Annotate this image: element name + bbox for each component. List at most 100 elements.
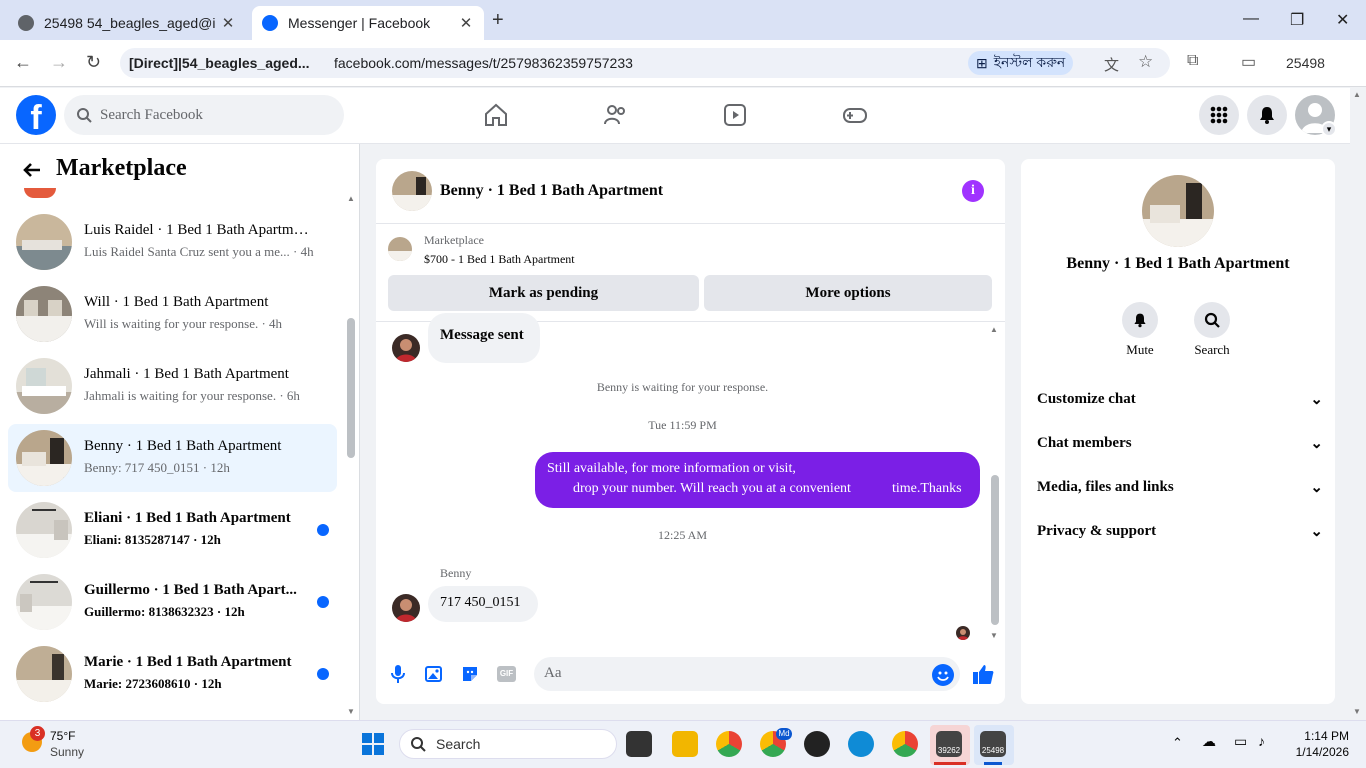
conversation-item-benny[interactable]: Benny · 1 Bed 1 Bath Apartment Benny: 71… [8,424,337,492]
menu-grid-icon[interactable] [1199,95,1239,135]
message-line: Still available, for more information or… [547,461,796,476]
chat-scrollbar[interactable] [991,475,999,625]
friends-nav-icon[interactable] [603,102,629,128]
chrome-icon[interactable] [716,731,742,757]
app-x-icon[interactable] [804,731,830,757]
browser-tab-messenger[interactable]: Messenger | Facebook ✕ [252,6,484,40]
clock-time[interactable]: 1:14 PM [1289,729,1349,743]
timestamp: 12:25 AM [657,528,707,542]
more-options-button[interactable]: More options [704,275,992,311]
sender-avatar[interactable] [392,594,420,622]
extensions-icon[interactable]: ⧉ [1187,52,1198,70]
scroll-up-icon[interactable]: ▲ [990,325,998,334]
photo-icon[interactable] [424,664,444,684]
gif-icon[interactable]: GIF [497,666,516,682]
edge-icon[interactable] [848,731,874,757]
conversation-avatar-partial [24,188,56,198]
notifications-bell-icon[interactable] [1247,95,1287,135]
conversation-item-luis[interactable]: Luis Raidel · 1 Bed 1 Bath Apartment Lui… [8,208,337,276]
weather-badge: 3 [30,726,45,741]
onedrive-off-icon[interactable]: ☁ [1202,733,1216,750]
back-arrow-icon[interactable] [22,160,42,180]
message-sent-bubble[interactable]: Message sent [428,313,540,363]
file-explorer-icon[interactable] [672,731,698,757]
microphone-icon[interactable] [389,664,407,684]
home-nav-icon[interactable] [483,102,509,128]
chat-avatar[interactable] [392,171,432,211]
thumbs-up-icon[interactable] [971,662,995,686]
sender-avatar[interactable] [392,334,420,362]
minimize-icon[interactable]: — [1243,10,1259,28]
windows-start-icon[interactable] [361,732,385,756]
install-label: ইনস্টল করুন [993,54,1066,70]
maximize-icon[interactable]: ❐ [1290,10,1304,30]
close-icon[interactable]: ✕ [458,14,474,32]
url-text[interactable]: facebook.com/messages/t/2579836235975723… [334,55,633,71]
search-facebook-input[interactable]: Search Facebook [64,95,344,135]
volume-icon[interactable]: ♪ [1258,733,1265,749]
video-nav-icon[interactable] [722,102,748,128]
profile-label[interactable]: 25498 [1286,55,1325,71]
facebook-logo-icon[interactable]: f [16,95,56,135]
reload-icon[interactable]: ↻ [86,52,101,73]
install-app-button[interactable]: ⊞ ইনস্টল করুন [968,51,1074,75]
chrome-alt-icon[interactable] [892,731,918,757]
weather-desc[interactable]: Sunny [50,745,84,759]
listing-title[interactable]: $700 - 1 Bed 1 Bath Apartment [424,252,575,267]
customize-chat-section[interactable]: Customize chat ⌄ [1037,390,1323,409]
mute-button[interactable] [1122,302,1158,338]
clock-date[interactable]: 1/14/2026 [1279,745,1349,759]
search-in-chat-button[interactable] [1194,302,1230,338]
scroll-up-icon[interactable]: ▲ [347,194,355,203]
tray-chevron-icon[interactable]: ⌃ [1172,735,1183,751]
app-39262-icon[interactable]: 39262 [936,731,962,757]
network-icon[interactable]: ▭ [1234,733,1247,750]
bookmark-star-icon[interactable]: ☆ [1138,52,1153,72]
globe-icon [18,15,34,31]
section-label: Customize chat [1037,391,1136,407]
conversation-list-scrollbar[interactable] [347,318,355,458]
conversation-item-guillermo[interactable]: Guillermo · 1 Bed 1 Bath Apart... Guille… [8,568,337,636]
chevron-down-icon[interactable]: ▾ [1321,121,1337,137]
info-icon[interactable]: i [962,180,984,202]
site-info-label[interactable]: [Direct]|54_beagles_aged... [129,55,310,71]
conversation-item-eliani[interactable]: Eliani · 1 Bed 1 Bath Apartment Eliani: … [8,496,337,564]
forward-icon[interactable]: → [50,52,68,73]
page-scroll-up-icon[interactable]: ▲ [1353,90,1361,99]
emoji-icon[interactable] [932,664,954,686]
browser-tab-beagles[interactable]: 25498 54_beagles_aged@i ✕ [8,6,246,40]
scroll-down-icon[interactable]: ▼ [347,707,355,716]
task-view-icon[interactable] [626,731,652,757]
gaming-nav-icon[interactable] [842,102,868,128]
new-tab-icon[interactable]: + [492,9,504,32]
scroll-down-icon[interactable]: ▼ [990,631,998,640]
taskbar-search-label: Search [436,736,481,752]
close-window-icon[interactable]: ✕ [1336,10,1349,30]
privacy-support-section[interactable]: Privacy & support ⌄ [1037,522,1323,541]
contact-avatar[interactable] [1142,175,1214,247]
outgoing-message-bubble[interactable]: Still available, for more information or… [535,452,980,508]
weather-temp[interactable]: 75°F [50,729,75,743]
app-25498-icon[interactable]: 25498 [980,731,1006,757]
listing-thumbnail [16,286,72,342]
chat-members-section[interactable]: Chat members ⌄ [1037,434,1323,453]
back-icon[interactable]: ← [14,52,32,73]
tab-search-icon[interactable]: ▭ [1241,52,1256,72]
conversation-item-will[interactable]: Will · 1 Bed 1 Bath Apartment Will is wa… [8,280,337,348]
taskbar-search-box[interactable]: Search [399,729,617,759]
translate-icon[interactable]: 文 [1104,54,1119,75]
mute-label: Mute [1126,342,1154,357]
conversation-item-jahmali[interactable]: Jahmali · 1 Bed 1 Bath Apartment Jahmali… [8,352,337,420]
panel-title: Marketplace [56,155,187,181]
message-input[interactable]: Aa [534,657,960,691]
page-scroll-down-icon[interactable]: ▼ [1353,707,1361,716]
conversation-item-marie[interactable]: Marie · 1 Bed 1 Bath Apartment Marie: 27… [8,640,337,708]
conversation-preview: Jahmali is waiting for your response. · … [84,388,300,403]
chat-title[interactable]: Benny · 1 Bed 1 Bath Apartment [440,182,663,200]
sticker-icon[interactable] [460,664,480,684]
mark-as-pending-button[interactable]: Mark as pending [388,275,699,311]
search-icon [411,737,426,752]
incoming-message-bubble[interactable]: 717 450_0151 [428,586,538,622]
media-files-links-section[interactable]: Media, files and links ⌄ [1037,478,1323,497]
close-icon[interactable]: ✕ [220,14,236,32]
